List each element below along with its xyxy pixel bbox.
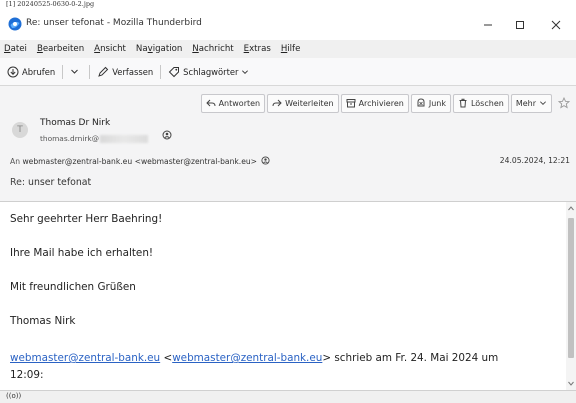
recipient-line: An webmaster@zentral-bank.eu <webmaster@… bbox=[10, 156, 271, 166]
tags-button[interactable]: Schlagwörter bbox=[165, 63, 255, 81]
scrollbar-thumb[interactable] bbox=[568, 218, 574, 358]
body-scrollbar[interactable] bbox=[566, 202, 576, 390]
tags-label: Schlagwörter bbox=[183, 66, 239, 77]
body-closing: Mit freundlichen Grüßen bbox=[10, 281, 136, 293]
menu-ansicht[interactable]: Ansicht bbox=[94, 44, 126, 54]
reply-button[interactable]: Antworten bbox=[200, 93, 266, 113]
get-messages-label: Abrufen bbox=[22, 66, 56, 77]
more-button[interactable]: Mehr bbox=[510, 93, 552, 113]
download-arrow-icon bbox=[7, 66, 19, 77]
junk-label: Junk bbox=[428, 98, 446, 108]
quote-time: 12:09: bbox=[10, 369, 44, 381]
menu-bar: Datei Bearbeiten Ansicht Navigation Nach… bbox=[0, 40, 576, 58]
message-date: 24.05.2024, 12:21 bbox=[499, 156, 570, 165]
menu-hilfe[interactable]: Hilfe bbox=[281, 44, 301, 54]
sender-avatar: T bbox=[12, 122, 28, 138]
minimize-icon bbox=[484, 24, 492, 26]
add-contact-icon[interactable] bbox=[162, 130, 172, 140]
quote-header: webmaster@zentral-bank.eu <webmaster@zen… bbox=[10, 352, 499, 364]
menu-datei[interactable]: Datei bbox=[4, 44, 27, 54]
image-caption: [1] 20240525-0630-0-2.jpg bbox=[6, 0, 95, 8]
scroll-down-icon[interactable] bbox=[568, 381, 574, 386]
close-button[interactable] bbox=[544, 16, 568, 34]
message-body: Sehr geehrter Herr Baehring! Ihre Mail h… bbox=[0, 202, 566, 390]
title-bar: Re: unser tefonat - Mozilla Thunderbird bbox=[0, 10, 576, 40]
status-bar: ((o)) bbox=[0, 390, 576, 403]
junk-icon bbox=[417, 98, 425, 107]
sender-email[interactable]: thomas.drnirk@ bbox=[40, 134, 149, 143]
chevron-down-icon bbox=[540, 101, 546, 105]
menu-navigation[interactable]: Navigation bbox=[136, 44, 182, 54]
archive-button[interactable]: Archivieren bbox=[340, 93, 409, 113]
menu-nachricht[interactable]: Nachricht bbox=[192, 44, 233, 54]
chevron-down-icon bbox=[242, 69, 249, 74]
message-actions: Antworten Weiterleiten Archivieren Junk … bbox=[199, 93, 570, 113]
sender-name[interactable]: Thomas Dr Nirk bbox=[40, 118, 110, 128]
pencil-icon bbox=[98, 66, 109, 77]
chevron-down-icon bbox=[71, 69, 79, 74]
archive-label: Archivieren bbox=[358, 98, 404, 108]
online-status-icon[interactable]: ((o)) bbox=[6, 392, 21, 400]
toolbar-divider bbox=[89, 64, 91, 79]
body-greeting: Sehr geehrter Herr Baehring! bbox=[10, 213, 163, 225]
subject-text: unser tefonat bbox=[28, 177, 92, 188]
quote-email-link[interactable]: webmaster@zentral-bank.eu bbox=[172, 352, 322, 364]
tag-icon bbox=[168, 66, 180, 77]
subject-line: Re: unser tefonat bbox=[10, 177, 91, 188]
archive-icon bbox=[346, 99, 356, 108]
star-icon[interactable] bbox=[558, 97, 570, 109]
delete-label: Löschen bbox=[470, 98, 504, 108]
recipient-address[interactable]: webmaster@zentral-bank.eu <webmaster@zen… bbox=[22, 157, 257, 166]
minimize-button[interactable] bbox=[476, 16, 500, 34]
window-title: Re: unser tefonat - Mozilla Thunderbird bbox=[26, 18, 202, 28]
delete-button[interactable]: Löschen bbox=[452, 93, 509, 113]
close-icon bbox=[551, 20, 561, 30]
forward-button[interactable]: Weiterleiten bbox=[267, 93, 339, 113]
get-messages-dropdown[interactable] bbox=[67, 63, 85, 81]
toolbar-divider bbox=[160, 64, 162, 79]
maximize-button[interactable] bbox=[508, 16, 532, 34]
forward-label: Weiterleiten bbox=[285, 98, 334, 108]
write-label: Verfassen bbox=[112, 66, 154, 77]
body-line: Ihre Mail habe ich erhalten! bbox=[10, 247, 154, 259]
message-header: Antworten Weiterleiten Archivieren Junk … bbox=[0, 86, 576, 202]
forward-icon bbox=[272, 99, 282, 107]
to-label: An bbox=[10, 157, 21, 166]
scroll-up-icon[interactable] bbox=[568, 206, 574, 211]
trash-icon bbox=[459, 98, 467, 108]
junk-button[interactable]: Junk bbox=[410, 93, 451, 113]
add-contact-icon[interactable] bbox=[261, 156, 271, 165]
main-toolbar: Abrufen Verfassen Schlagwörter bbox=[0, 58, 576, 86]
get-messages-button[interactable]: Abrufen bbox=[4, 63, 58, 81]
redacted-blur bbox=[100, 135, 149, 143]
maximize-icon bbox=[516, 21, 524, 29]
reply-icon bbox=[205, 99, 216, 107]
more-label: Mehr bbox=[515, 98, 536, 108]
menu-extras[interactable]: Extras bbox=[244, 44, 271, 54]
write-button[interactable]: Verfassen bbox=[94, 63, 156, 81]
menu-bearbeiten[interactable]: Bearbeiten bbox=[37, 44, 84, 54]
thunderbird-logo-icon bbox=[8, 17, 22, 31]
reply-label: Antworten bbox=[218, 98, 261, 108]
toolbar-divider bbox=[62, 64, 64, 79]
subject-prefix: Re: bbox=[10, 177, 26, 188]
quote-email-link[interactable]: webmaster@zentral-bank.eu bbox=[10, 352, 160, 364]
body-signature: Thomas Nirk bbox=[10, 315, 76, 327]
